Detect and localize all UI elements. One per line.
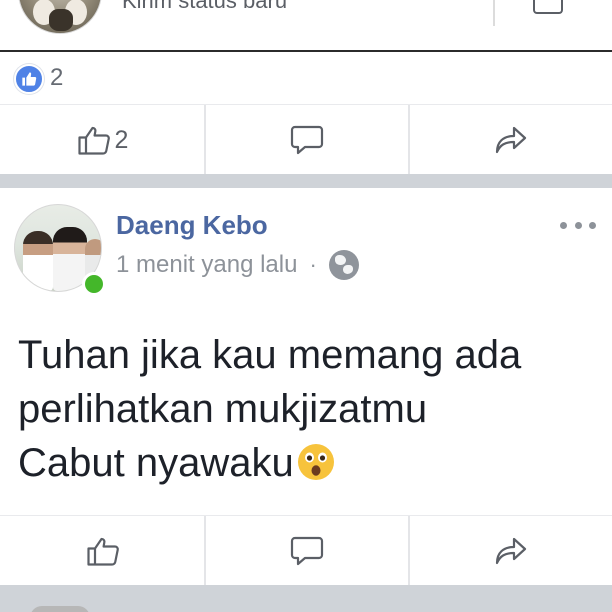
post-body: Tuhan jika kau memang ada perlihatkan mu… xyxy=(18,328,521,490)
more-dot xyxy=(589,222,596,229)
feed-post: Daeng Kebo 1 menit yang lalu · Tuhan jik… xyxy=(0,188,612,515)
online-status-indicator xyxy=(82,272,106,296)
like-button[interactable] xyxy=(0,516,205,586)
comment-button[interactable] xyxy=(205,516,409,586)
next-post-avatar xyxy=(30,606,90,612)
more-options-icon[interactable] xyxy=(560,222,596,232)
photo-icon[interactable] xyxy=(533,0,563,14)
post-text-line: perlihatkan mukjizatmu xyxy=(18,387,428,431)
avatar-snout xyxy=(49,9,73,31)
more-dot xyxy=(560,222,567,229)
post-meta: 1 menit yang lalu · xyxy=(116,250,359,280)
status-composer-prompt[interactable]: Kirim status baru xyxy=(122,0,287,14)
feed-separator xyxy=(0,585,612,612)
reaction-count: 2 xyxy=(50,64,64,91)
post-action-bar xyxy=(0,515,612,586)
composer-avatar[interactable] xyxy=(18,0,102,34)
globe-icon[interactable] xyxy=(328,250,359,280)
previous-post-action-bar: 2 xyxy=(0,104,612,175)
thumbs-up-icon xyxy=(86,537,119,566)
post-text-line: Cabut nyawaku xyxy=(18,441,294,485)
post-timestamp[interactable]: 1 menit yang lalu xyxy=(116,251,297,279)
like-reaction-icon xyxy=(14,64,44,94)
avatar-person xyxy=(23,231,53,291)
share-button[interactable] xyxy=(409,516,612,586)
post-text-line: Tuhan jika kau memang ada xyxy=(18,333,522,377)
like-button[interactable]: 2 xyxy=(0,105,205,175)
comment-button[interactable] xyxy=(205,105,409,175)
share-arrow-icon xyxy=(495,126,526,154)
share-button[interactable] xyxy=(409,105,612,175)
like-count: 2 xyxy=(114,125,129,154)
astonished-face-icon xyxy=(297,444,334,480)
post-author-name[interactable]: Daeng Kebo xyxy=(116,210,268,241)
comment-bubble-icon xyxy=(290,125,324,155)
feed-separator xyxy=(0,174,612,188)
composer-bar: Kirim status baru xyxy=(0,0,612,52)
thumbs-up-icon xyxy=(77,126,110,155)
composer-divider xyxy=(493,0,495,26)
meta-separator: · xyxy=(309,252,317,277)
reaction-summary[interactable]: 2 xyxy=(0,52,612,104)
more-dot xyxy=(574,222,582,229)
comment-bubble-icon xyxy=(290,536,324,566)
share-arrow-icon xyxy=(495,537,526,565)
post-text-line-last: Cabut nyawaku xyxy=(18,436,521,490)
